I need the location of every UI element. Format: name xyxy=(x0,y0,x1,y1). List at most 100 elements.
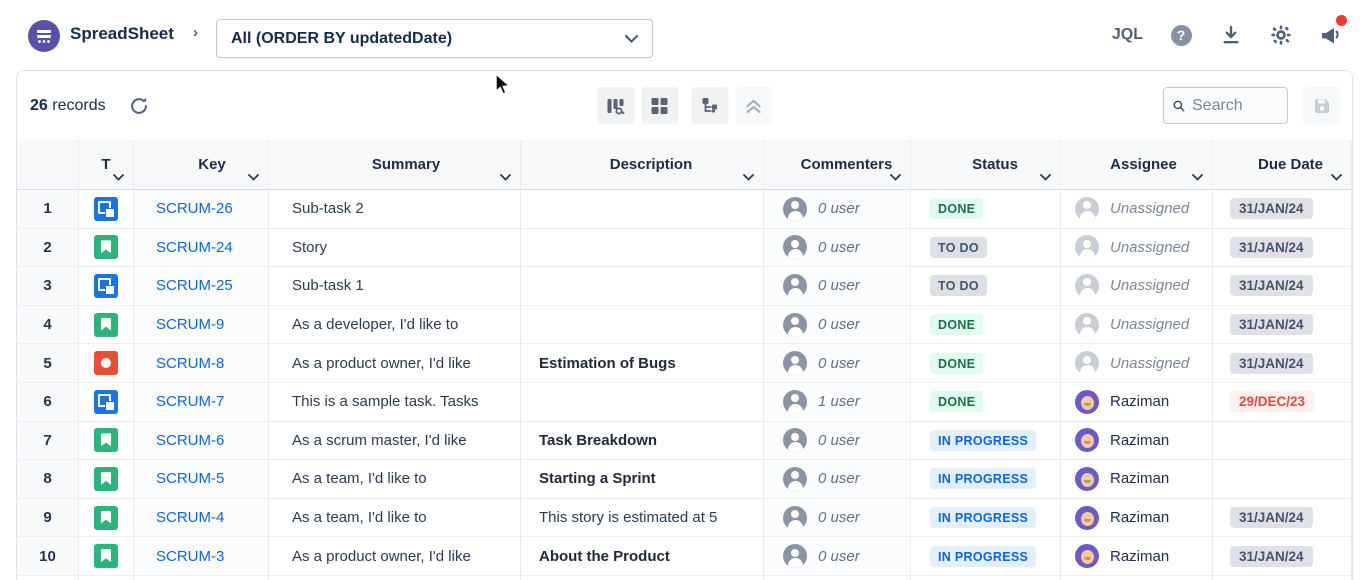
due-date-cell[interactable]: 31/JAN/24 xyxy=(1213,537,1352,576)
summary-cell[interactable]: As a product owner, I'd like xyxy=(269,537,521,576)
due-date-cell[interactable] xyxy=(1213,422,1352,461)
chevron-down-icon[interactable] xyxy=(113,174,124,181)
assignee-cell[interactable]: Unassigned xyxy=(1061,306,1213,345)
row-number-cell[interactable]: 2 xyxy=(17,229,79,268)
chevron-down-icon[interactable] xyxy=(1040,174,1051,181)
jql-button[interactable]: JQL xyxy=(1112,26,1143,44)
header-commenters[interactable]: Commenters xyxy=(764,140,911,190)
commenters-cell[interactable]: 0 user xyxy=(764,344,911,383)
description-cell[interactable] xyxy=(521,190,764,229)
issue-type-cell[interactable] xyxy=(79,267,134,306)
summary-cell[interactable]: This is a sample task. Tasks xyxy=(269,383,521,422)
key-cell[interactable]: SCRUM-9 xyxy=(134,306,269,345)
chevron-down-icon[interactable] xyxy=(1192,174,1203,181)
key-cell[interactable]: SCRUM-3 xyxy=(134,537,269,576)
commenters-cell[interactable]: 0 user xyxy=(764,460,911,499)
save-view-button[interactable] xyxy=(1303,87,1340,124)
key-cell[interactable]: SCRUM-6 xyxy=(134,422,269,461)
issue-type-cell[interactable] xyxy=(79,499,134,538)
status-cell[interactable]: TO DO xyxy=(911,229,1061,268)
assignee-cell[interactable]: Unassigned xyxy=(1061,267,1213,306)
chevron-down-icon[interactable] xyxy=(743,174,754,181)
due-date-cell[interactable]: 31/JAN/24 xyxy=(1213,267,1352,306)
issue-type-cell[interactable] xyxy=(79,190,134,229)
description-cell[interactable]: Estimation of Bugs xyxy=(521,344,764,383)
settings-button[interactable] xyxy=(1269,23,1293,47)
issue-key-link[interactable]: SCRUM-6 xyxy=(156,432,224,449)
header-summary[interactable]: Summary xyxy=(269,140,521,190)
issue-key-link[interactable]: SCRUM-26 xyxy=(156,200,233,217)
status-cell[interactable]: IN PROGRESS xyxy=(911,422,1061,461)
issue-type-cell[interactable] xyxy=(79,306,134,345)
assignee-cell[interactable]: Unassigned xyxy=(1061,229,1213,268)
commenters-cell[interactable]: 0 user xyxy=(764,537,911,576)
issue-type-cell[interactable] xyxy=(79,422,134,461)
assignee-cell[interactable]: Raziman xyxy=(1061,383,1213,422)
key-cell[interactable]: SCRUM-26 xyxy=(134,190,269,229)
header-assignee[interactable]: Assignee xyxy=(1061,140,1213,190)
issue-key-link[interactable]: SCRUM-5 xyxy=(156,470,224,487)
export-button[interactable] xyxy=(1219,23,1243,47)
assignee-cell[interactable]: Raziman xyxy=(1061,499,1213,538)
commenters-cell[interactable]: 0 user xyxy=(764,499,911,538)
key-cell[interactable]: SCRUM-4 xyxy=(134,499,269,538)
description-cell[interactable] xyxy=(521,267,764,306)
summary-cell[interactable]: As a team, I'd like to xyxy=(269,499,521,538)
announcements-button[interactable] xyxy=(1319,23,1343,47)
row-number-cell[interactable]: 9 xyxy=(17,499,79,538)
header-description[interactable]: Description xyxy=(521,140,764,190)
search-box[interactable] xyxy=(1163,87,1288,124)
commenters-cell[interactable]: 0 user xyxy=(764,306,911,345)
assignee-cell[interactable]: Unassigned xyxy=(1061,190,1213,229)
summary-cell[interactable]: Story xyxy=(269,229,521,268)
row-number-cell[interactable]: 3 xyxy=(17,267,79,306)
due-date-cell[interactable]: 31/JAN/24 xyxy=(1213,190,1352,229)
row-number-cell[interactable]: 1 xyxy=(17,190,79,229)
status-cell[interactable]: IN PROGRESS xyxy=(911,460,1061,499)
assignee-cell[interactable]: Unassigned xyxy=(1061,344,1213,383)
issue-key-link[interactable]: SCRUM-7 xyxy=(156,393,224,410)
column-settings-button[interactable] xyxy=(597,87,634,124)
key-cell[interactable]: SCRUM-8 xyxy=(134,344,269,383)
row-number-cell[interactable]: 10 xyxy=(17,537,79,576)
search-input[interactable] xyxy=(1192,97,1278,115)
row-number-cell[interactable]: 5 xyxy=(17,344,79,383)
issue-type-cell[interactable] xyxy=(79,537,134,576)
issue-type-cell[interactable] xyxy=(79,383,134,422)
description-cell[interactable] xyxy=(521,229,764,268)
key-cell[interactable]: SCRUM-7 xyxy=(134,383,269,422)
tree-view-button[interactable] xyxy=(691,87,728,124)
description-cell[interactable] xyxy=(521,383,764,422)
status-cell[interactable]: DONE xyxy=(911,344,1061,383)
commenters-cell[interactable]: 0 user xyxy=(764,229,911,268)
description-cell[interactable] xyxy=(521,306,764,345)
status-cell[interactable]: DONE xyxy=(911,306,1061,345)
commenters-cell[interactable]: 0 user xyxy=(764,190,911,229)
due-date-cell[interactable]: 31/JAN/24 xyxy=(1213,499,1352,538)
commenters-cell[interactable]: 1 user xyxy=(764,383,911,422)
due-date-cell[interactable] xyxy=(1213,460,1352,499)
key-cell[interactable]: SCRUM-25 xyxy=(134,267,269,306)
app-logo[interactable] xyxy=(28,20,60,52)
refresh-button[interactable] xyxy=(128,95,150,117)
due-date-cell[interactable]: 31/JAN/24 xyxy=(1213,229,1352,268)
header-status[interactable]: Status xyxy=(911,140,1061,190)
header-due-date[interactable]: Due Date xyxy=(1213,140,1352,190)
summary-cell[interactable]: As a scrum master, I'd like xyxy=(269,422,521,461)
commenters-cell[interactable]: 0 user xyxy=(764,267,911,306)
header-key[interactable]: Key xyxy=(134,140,269,190)
status-cell[interactable]: DONE xyxy=(911,190,1061,229)
summary-cell[interactable]: As a product owner, I'd like xyxy=(269,344,521,383)
status-cell[interactable]: IN PROGRESS xyxy=(911,499,1061,538)
due-date-cell[interactable]: 31/JAN/24 xyxy=(1213,344,1352,383)
row-number-cell[interactable]: 7 xyxy=(17,422,79,461)
chevron-down-icon[interactable] xyxy=(890,174,901,181)
collapse-all-button[interactable] xyxy=(735,87,772,124)
issue-key-link[interactable]: SCRUM-8 xyxy=(156,355,224,372)
chevron-down-icon[interactable] xyxy=(500,174,511,181)
row-number-cell[interactable]: 4 xyxy=(17,306,79,345)
row-number-cell[interactable]: 6 xyxy=(17,383,79,422)
chevron-down-icon[interactable] xyxy=(248,174,259,181)
issue-type-cell[interactable] xyxy=(79,229,134,268)
summary-cell[interactable]: As a team, I'd like to xyxy=(269,460,521,499)
